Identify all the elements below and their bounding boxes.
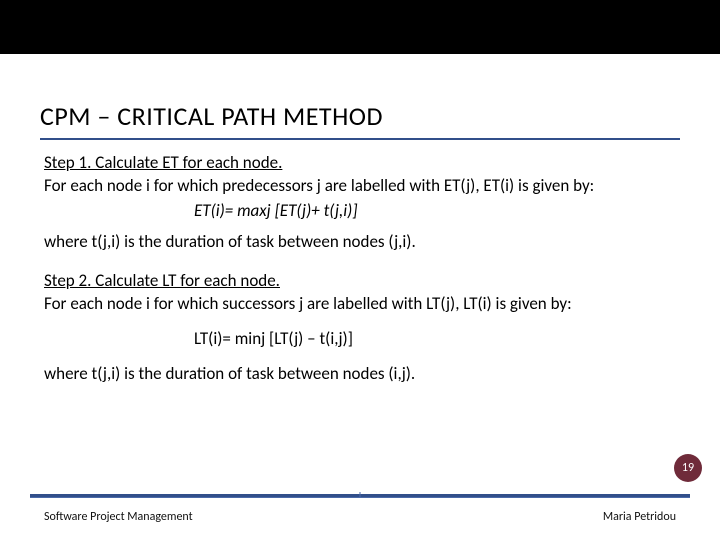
footer-rule-tick	[360, 492, 361, 498]
footer-right: Maria Petridou	[603, 510, 676, 524]
step1-formula: ET(i)= maxj [ET(j)+ t(j,i)]	[44, 200, 676, 223]
slide: CPM – CRITICAL PATH METHOD Step 1. Calcu…	[0, 0, 720, 540]
step1-block: Step 1. Calculate ET for each node. For …	[44, 152, 676, 223]
slide-body: Step 1. Calculate ET for each node. For …	[44, 152, 676, 392]
step1-where: where t(j,i) is the duration of task bet…	[44, 231, 676, 254]
footer-left: Software Project Management	[44, 510, 193, 524]
page-number-badge: 19	[674, 454, 702, 482]
step2-block: Step 2. Calculate LT for each node. For …	[44, 270, 676, 316]
step2-desc: For each node i for which successors j a…	[44, 293, 572, 314]
step1-desc: For each node i for which predecessors j…	[44, 175, 594, 196]
step2-label: Step 2. Calculate LT for each node.	[44, 270, 280, 291]
step1-label: Step 1. Calculate ET for each node.	[44, 152, 282, 173]
top-bar	[0, 0, 720, 54]
step2-formula: LT(i)= minj [LT(j) – t(i,j)]	[44, 328, 676, 351]
slide-title: CPM – CRITICAL PATH METHOD	[40, 100, 680, 140]
step2-where: where t(j,i) is the duration of task bet…	[44, 363, 676, 386]
